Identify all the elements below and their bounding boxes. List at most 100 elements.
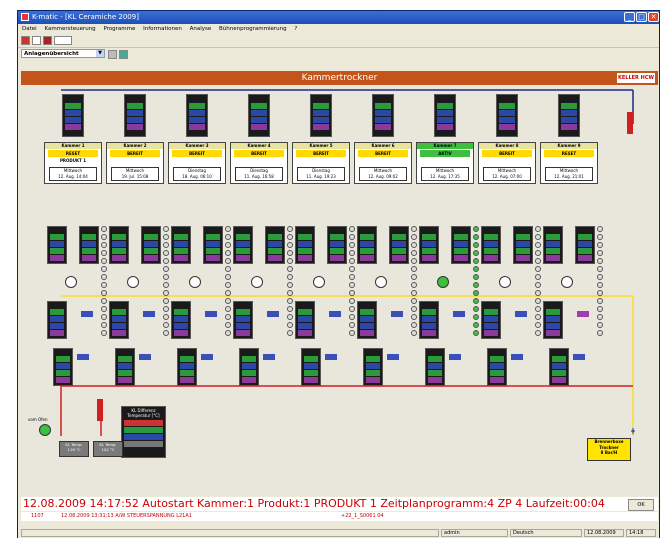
pump-icon[interactable]: [39, 424, 51, 436]
damper-valve-icon[interactable]: [473, 282, 479, 288]
mid-sensor-box[interactable]: [327, 226, 347, 264]
damper-valve-icon[interactable]: [349, 274, 355, 280]
minimize-button[interactable]: _: [624, 12, 635, 22]
damper-valve-icon[interactable]: [535, 234, 541, 240]
damper-valve-icon[interactable]: [225, 306, 231, 312]
mid-sensor-box[interactable]: [47, 226, 67, 264]
ok-button[interactable]: OK: [628, 499, 654, 511]
bottom-sensor-box[interactable]: [301, 348, 321, 386]
damper-valve-icon[interactable]: [597, 226, 603, 232]
damper-valve-icon[interactable]: [287, 274, 293, 280]
damper-valve-icon[interactable]: [225, 234, 231, 240]
close-button[interactable]: ✕: [648, 12, 659, 22]
menu-analyse[interactable]: Analyse: [190, 26, 212, 32]
damper-valve-icon[interactable]: [535, 322, 541, 328]
damper-valve-icon[interactable]: [597, 250, 603, 256]
top-sensor-box[interactable]: [62, 94, 84, 137]
damper-valve-icon[interactable]: [597, 306, 603, 312]
damper-valve-icon[interactable]: [473, 226, 479, 232]
damper-valve-icon[interactable]: [225, 290, 231, 296]
damper-valve-icon[interactable]: [101, 274, 107, 280]
damper-valve-icon[interactable]: [349, 322, 355, 328]
fan-icon[interactable]: [375, 276, 387, 288]
lower-sensor-box[interactable]: [481, 301, 501, 339]
damper-valve-icon[interactable]: [349, 226, 355, 232]
damper-valve-icon[interactable]: [163, 258, 169, 264]
damper-valve-icon[interactable]: [597, 322, 603, 328]
damper-valve-icon[interactable]: [411, 290, 417, 296]
damper-valve-icon[interactable]: [163, 266, 169, 272]
menu-programme[interactable]: Programme: [103, 26, 135, 32]
damper-valve-icon[interactable]: [473, 242, 479, 248]
damper-valve-icon[interactable]: [597, 330, 603, 336]
mid-sensor-box[interactable]: [575, 226, 595, 264]
damper-valve-icon[interactable]: [225, 298, 231, 304]
damper-valve-icon[interactable]: [287, 330, 293, 336]
damper-valve-icon[interactable]: [101, 242, 107, 248]
damper-valve-icon[interactable]: [349, 282, 355, 288]
damper-valve-icon[interactable]: [597, 266, 603, 272]
mid-sensor-box[interactable]: [141, 226, 161, 264]
fan-icon[interactable]: [189, 276, 201, 288]
damper-valve-icon[interactable]: [473, 290, 479, 296]
damper-valve-icon[interactable]: [101, 282, 107, 288]
menu-kammersteuerung[interactable]: Kammersteuerung: [44, 26, 95, 32]
damper-valve-icon[interactable]: [101, 330, 107, 336]
top-sensor-box[interactable]: [124, 94, 146, 137]
lower-sensor-box[interactable]: [419, 301, 439, 339]
fan-icon[interactable]: [499, 276, 511, 288]
damper-valve-icon[interactable]: [225, 226, 231, 232]
damper-valve-icon[interactable]: [225, 282, 231, 288]
menu-buehnenprogrammierung[interactable]: Bühnenprogrammierung: [219, 26, 287, 32]
damper-valve-icon[interactable]: [163, 322, 169, 328]
damper-valve-icon[interactable]: [101, 266, 107, 272]
mid-sensor-box[interactable]: [357, 226, 377, 264]
damper-valve-icon[interactable]: [473, 322, 479, 328]
stop-icon[interactable]: [21, 36, 30, 45]
mid-sensor-box[interactable]: [419, 226, 439, 264]
damper-valve-icon[interactable]: [101, 234, 107, 240]
dropdown-icon[interactable]: [54, 36, 72, 45]
view-select[interactable]: Anlagenübersicht ▼: [21, 49, 105, 58]
damper-valve-icon[interactable]: [225, 266, 231, 272]
damper-valve-icon[interactable]: [473, 314, 479, 320]
fan-icon[interactable]: [251, 276, 263, 288]
damper-valve-icon[interactable]: [101, 298, 107, 304]
top-sensor-box[interactable]: [248, 94, 270, 137]
damper-valve-icon[interactable]: [597, 258, 603, 264]
damper-valve-icon[interactable]: [349, 314, 355, 320]
damper-valve-icon[interactable]: [597, 314, 603, 320]
mid-sensor-box[interactable]: [481, 226, 501, 264]
chamber-card[interactable]: Kammer 8 BEREIT Mittwoch 12. Aug. 07:00: [478, 142, 536, 184]
chamber-card[interactable]: Kammer 2 BEREIT Mittwoch 19. Jul. 15:08: [106, 142, 164, 184]
damper-valve-icon[interactable]: [535, 226, 541, 232]
damper-valve-icon[interactable]: [411, 266, 417, 272]
damper-valve-icon[interactable]: [287, 242, 293, 248]
lower-sensor-box[interactable]: [109, 301, 129, 339]
damper-valve-icon[interactable]: [101, 250, 107, 256]
bottom-sensor-box[interactable]: [425, 348, 445, 386]
lower-sensor-box[interactable]: [295, 301, 315, 339]
chamber-card[interactable]: Kammer 9 RESET Mittwoch 12. Aug. 21:01: [540, 142, 598, 184]
top-sensor-box[interactable]: [496, 94, 518, 137]
damper-valve-icon[interactable]: [411, 242, 417, 248]
mid-sensor-box[interactable]: [389, 226, 409, 264]
maximize-button[interactable]: □: [636, 12, 647, 22]
damper-valve-icon[interactable]: [411, 306, 417, 312]
damper-valve-icon[interactable]: [411, 282, 417, 288]
damper-valve-icon[interactable]: [349, 266, 355, 272]
mid-sensor-box[interactable]: [543, 226, 563, 264]
damper-valve-icon[interactable]: [101, 226, 107, 232]
lower-sensor-box[interactable]: [543, 301, 563, 339]
refresh-icon[interactable]: [119, 50, 128, 59]
damper-valve-icon[interactable]: [349, 290, 355, 296]
chamber-card[interactable]: Kammer 4 BEREIT Dienstag 11. Aug. 16:58: [230, 142, 288, 184]
damper-valve-icon[interactable]: [349, 298, 355, 304]
damper-valve-icon[interactable]: [535, 282, 541, 288]
fan-icon[interactable]: [437, 276, 449, 288]
menu-informationen[interactable]: Informationen: [143, 26, 182, 32]
mid-sensor-box[interactable]: [79, 226, 99, 264]
damper-valve-icon[interactable]: [163, 226, 169, 232]
damper-valve-icon[interactable]: [225, 242, 231, 248]
chamber-card[interactable]: Kammer 3 BEREIT Dienstag 18. Aug. 06:10: [168, 142, 226, 184]
